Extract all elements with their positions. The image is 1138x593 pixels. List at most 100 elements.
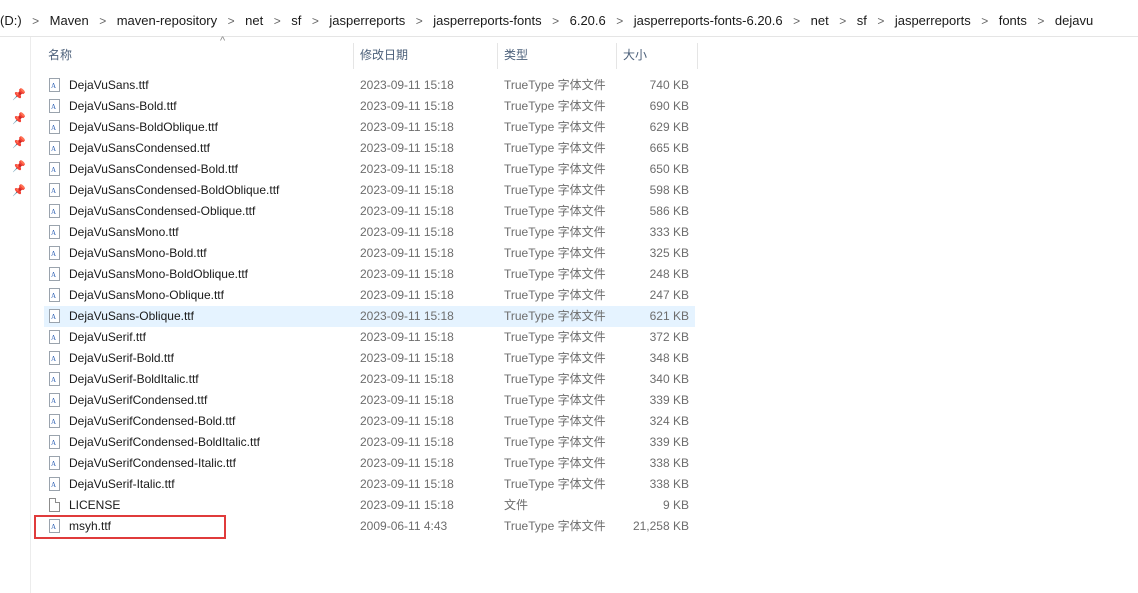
pin-icon[interactable]: 📌 [12,185,26,197]
file-row[interactable]: A DejaVuSerif-Bold.ttf 2023-09-11 15:18 Tru… [44,348,695,369]
file-type: TrueType 字体文件 [504,309,606,323]
file-date: 2023-09-11 15:18 [360,162,454,176]
file-size: 598 KB [649,183,689,197]
file-row[interactable]: A DejaVuSansCondensed-Oblique.ttf 2023-09-… [44,201,695,222]
breadcrumb-item[interactable]: fonts [999,13,1027,28]
file-name: DejaVuSerif-BoldItalic.ttf [69,372,199,386]
column-divider[interactable] [616,43,617,69]
file-row[interactable]: A DejaVuSans-Oblique.ttf 2023-09-11 15:18 T… [44,306,695,327]
breadcrumb-separator-icon[interactable]: > [867,14,895,28]
breadcrumb-item[interactable]: maven-repository [117,13,217,28]
file-date: 2023-09-11 15:18 [360,477,454,491]
breadcrumb-item[interactable]: Maven [50,13,89,28]
font-glyph-icon: A [51,313,57,321]
file-row[interactable]: LICENSE 2023-09-11 15:18 文件 9 KB [44,495,695,516]
file-row[interactable]: A DejaVuSansMono-Bold.ttf 2023-09-11 15:18… [44,243,695,264]
pin-icon[interactable]: 📌 [12,113,26,125]
column-name-header[interactable]: 名称 [48,37,72,73]
column-divider[interactable] [697,43,698,69]
breadcrumb-separator-icon[interactable]: > [405,14,433,28]
file-size: 339 KB [649,393,689,407]
file-name: DejaVuSerif.ttf [69,330,146,344]
file-row[interactable]: A DejaVuSansMono.ttf 2023-09-11 15:18 TrueT… [44,222,695,243]
font-glyph-icon: A [51,376,57,384]
file-size: 665 KB [649,141,689,155]
file-row[interactable]: A DejaVuSans.ttf 2023-09-11 15:18 TrueType … [44,75,695,96]
pin-icon[interactable]: 📌 [12,161,26,173]
file-type: TrueType 字体文件 [504,456,606,470]
column-size-header[interactable]: 大小 [623,37,647,73]
address-bar[interactable]: (D:) > Maven > maven-repository > net > sf > jaspe… [0,0,1138,37]
file-type: TrueType 字体文件 [504,393,606,407]
file-row[interactable]: A DejaVuSerif-Italic.ttf 2023-09-11 15:18 T… [44,474,695,495]
column-date-header[interactable]: 修改日期 [360,37,408,73]
breadcrumb-item[interactable]: jasperreports [329,13,405,28]
column-type-header[interactable]: 类型 [504,37,528,73]
file-name: DejaVuSerifCondensed-BoldItalic.ttf [69,435,260,449]
breadcrumb-separator-icon[interactable]: > [22,14,50,28]
breadcrumb-item[interactable]: sf [857,13,867,28]
file-row[interactable]: A DejaVuSansCondensed.ttf 2023-09-11 15:18… [44,138,695,159]
file-size: 339 KB [649,435,689,449]
file-name: DejaVuSans.ttf [69,78,149,92]
file-row[interactable]: A DejaVuSansCondensed-BoldOblique.ttf 2023… [44,180,695,201]
file-size: 21,258 KB [632,519,689,533]
file-name: DejaVuSansMono-BoldOblique.ttf [69,267,248,281]
file-type: TrueType 字体文件 [504,435,606,449]
font-glyph-icon: A [51,124,57,132]
font-file-icon: A [49,204,60,218]
breadcrumb-separator-icon[interactable]: > [783,14,811,28]
file-row[interactable]: A DejaVuSansCondensed-Bold.ttf 2023-09-11 … [44,159,695,180]
breadcrumb-item[interactable]: net [811,13,829,28]
breadcrumb-item[interactable]: sf [291,13,301,28]
breadcrumb-separator-icon[interactable]: > [542,14,570,28]
font-glyph-icon: A [51,145,57,153]
breadcrumb-item[interactable]: 6.20.6 [570,13,606,28]
breadcrumb-item[interactable]: jasperreports-fonts [433,13,541,28]
file-row[interactable]: A DejaVuSerifCondensed-Bold.ttf 2023-09-11… [44,411,695,432]
file-row[interactable]: A DejaVuSerif-BoldItalic.ttf 2023-09-11 15… [44,369,695,390]
file-name: DejaVuSansCondensed-BoldOblique.ttf [69,183,280,197]
file-row[interactable]: A DejaVuSans-BoldOblique.ttf 2023-09-11 15… [44,117,695,138]
breadcrumb-item[interactable]: dejavu [1055,13,1093,28]
file-type: TrueType 字体文件 [504,372,606,386]
breadcrumb-item[interactable]: (D:) [0,13,22,28]
file-type: TrueType 字体文件 [504,183,606,197]
breadcrumb-separator-icon[interactable]: > [263,14,291,28]
file-row[interactable]: A DejaVuSansMono-Oblique.ttf 2023-09-11 15… [44,285,695,306]
file-date: 2023-09-11 15:18 [360,246,454,260]
breadcrumb-item[interactable]: jasperreports [895,13,971,28]
font-file-icon: A [49,351,60,365]
font-file-icon: A [49,309,60,323]
pin-icon[interactable]: 📌 [12,89,26,101]
file-size: 348 KB [649,351,689,365]
font-glyph-icon: A [51,481,57,489]
breadcrumb-item[interactable]: net [245,13,263,28]
file-date: 2023-09-11 15:18 [360,267,454,281]
file-row[interactable]: A DejaVuSans-Bold.ttf 2023-09-11 15:18 True… [44,96,695,117]
breadcrumb-separator-icon[interactable]: > [829,14,857,28]
file-row[interactable]: A DejaVuSerif.ttf 2023-09-11 15:18 TrueType… [44,327,695,348]
breadcrumb-item[interactable]: jasperreports-fonts-6.20.6 [634,13,783,28]
breadcrumb-separator-icon[interactable]: > [1027,14,1055,28]
column-divider[interactable] [353,43,354,69]
font-file-icon: A [49,162,60,176]
column-divider[interactable] [497,43,498,69]
file-name: DejaVuSans-Bold.ttf [69,99,177,113]
breadcrumb-separator-icon[interactable]: > [217,14,245,28]
file-row[interactable]: A DejaVuSerifCondensed-BoldItalic.ttf 2023… [44,432,695,453]
font-glyph-icon: A [51,439,57,447]
breadcrumb-separator-icon[interactable]: > [971,14,999,28]
file-row[interactable]: A DejaVuSerifCondensed-Italic.ttf 2023-09-… [44,453,695,474]
file-row[interactable]: A DejaVuSerifCondensed.ttf 2023-09-11 15:1… [44,390,695,411]
pin-icon[interactable]: 📌 [12,137,26,149]
breadcrumb-separator-icon[interactable]: > [606,14,634,28]
file-type: TrueType 字体文件 [504,162,606,176]
breadcrumb-separator-icon[interactable]: > [89,14,117,28]
font-file-icon: A [49,225,60,239]
file-row[interactable]: A DejaVuSansMono-BoldOblique.ttf 2023-09-1… [44,264,695,285]
file-name: DejaVuSerif-Italic.ttf [69,477,175,491]
breadcrumb-separator-icon[interactable]: > [301,14,329,28]
file-date: 2023-09-11 15:18 [360,498,454,512]
file-name: DejaVuSerifCondensed.ttf [69,393,208,407]
